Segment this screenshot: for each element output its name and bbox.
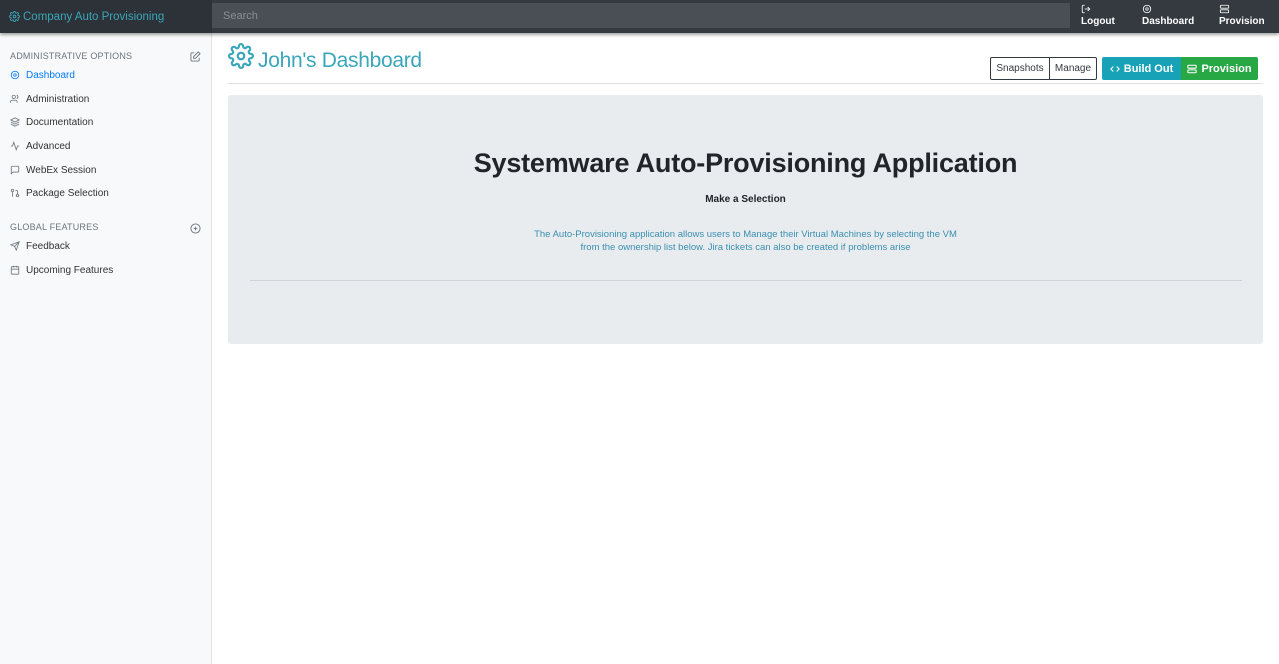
gear-icon xyxy=(1142,4,1152,14)
sidebar-item-advanced[interactable]: Advanced xyxy=(10,139,70,153)
gear-icon xyxy=(10,70,20,80)
build-out-button[interactable]: Build Out xyxy=(1102,57,1181,80)
sidebar-item-webex-session[interactable]: WebEx Session xyxy=(10,163,96,177)
sidebar-item-documentation[interactable]: Documentation xyxy=(10,115,93,129)
logout-link[interactable]: Logout xyxy=(1081,3,1115,31)
sidebar-item-upcoming-features[interactable]: Upcoming Features xyxy=(10,263,113,277)
make-selection-text: Make a Selection xyxy=(705,194,786,205)
provision-label: Provision xyxy=(1219,16,1265,27)
users-icon xyxy=(10,94,19,103)
snapshots-button[interactable]: Snapshots xyxy=(990,57,1050,80)
global-features-heading: GLOBAL FEATURES xyxy=(10,222,99,232)
sidebar-item-label: WebEx Session xyxy=(26,164,97,176)
sidebar-item-label: Package Selection xyxy=(26,187,109,199)
gear-icon xyxy=(228,43,254,69)
sidebar-item-label: Administration xyxy=(26,93,90,105)
sidebar-item-label: Advanced xyxy=(26,140,71,152)
sidebar-item-dashboard[interactable]: Dashboard xyxy=(10,68,75,82)
code-icon xyxy=(1109,65,1120,72)
sidebar: ADMINISTRATIVE OPTIONS Dashboard Adminis… xyxy=(0,33,212,664)
app-heading: Systemware Auto-Provisioning Application xyxy=(473,148,1018,178)
sidebar-item-label: Dashboard xyxy=(26,69,75,81)
dashboard-link[interactable]: Dashboard xyxy=(1142,3,1194,31)
app-description-line-1: The Auto-Provisioning application allows… xyxy=(534,229,957,240)
sidebar-item-label: Documentation xyxy=(26,116,94,128)
brand-label: Company Auto Provisioning xyxy=(23,10,165,23)
calendar-icon xyxy=(10,265,20,275)
app-description: The Auto-Provisioning application allows… xyxy=(228,228,1263,254)
build-out-label: Build Out xyxy=(1123,62,1174,75)
provision-link[interactable]: Provision xyxy=(1219,3,1265,31)
layers-icon xyxy=(10,117,20,127)
provision-button[interactable]: Provision xyxy=(1181,57,1258,80)
sidebar-item-package-selection[interactable]: Package Selection xyxy=(10,186,109,200)
plus-circle-icon[interactable] xyxy=(190,221,201,239)
send-icon xyxy=(10,241,20,251)
top-navbar: Company Auto Provisioning Logout Dashboa… xyxy=(0,0,1279,33)
jumbotron: Systemware Auto-Provisioning Application… xyxy=(228,95,1263,344)
logout-label: Logout xyxy=(1081,16,1115,27)
sidebar-item-label: Upcoming Features xyxy=(26,264,114,276)
git-pull-icon xyxy=(10,188,20,198)
page-header: John's Dashboard Snapshots Manage Build … xyxy=(228,43,1263,84)
gear-icon xyxy=(9,11,20,22)
edit-icon[interactable] xyxy=(190,49,201,67)
server-icon xyxy=(1187,64,1198,73)
dashboard-label: Dashboard xyxy=(1142,16,1195,27)
page-title: John's Dashboard xyxy=(258,49,422,72)
app-description-line-2: from the ownership list below. Jira tick… xyxy=(580,242,911,253)
search-input[interactable] xyxy=(212,3,1070,28)
admin-options-heading: ADMINISTRATIVE OPTIONS xyxy=(10,51,133,61)
divider xyxy=(250,280,1242,281)
brand-link[interactable]: Company Auto Provisioning xyxy=(0,0,212,33)
sidebar-item-administration[interactable]: Administration xyxy=(10,92,89,106)
provision-label: Provision xyxy=(1201,62,1252,75)
activity-icon xyxy=(10,141,20,151)
sidebar-item-label: Feedback xyxy=(26,240,70,252)
sidebar-item-feedback[interactable]: Feedback xyxy=(10,239,70,253)
logout-icon xyxy=(1081,4,1091,14)
message-icon xyxy=(10,165,20,175)
server-icon xyxy=(1219,4,1230,14)
manage-button[interactable]: Manage xyxy=(1049,57,1097,80)
